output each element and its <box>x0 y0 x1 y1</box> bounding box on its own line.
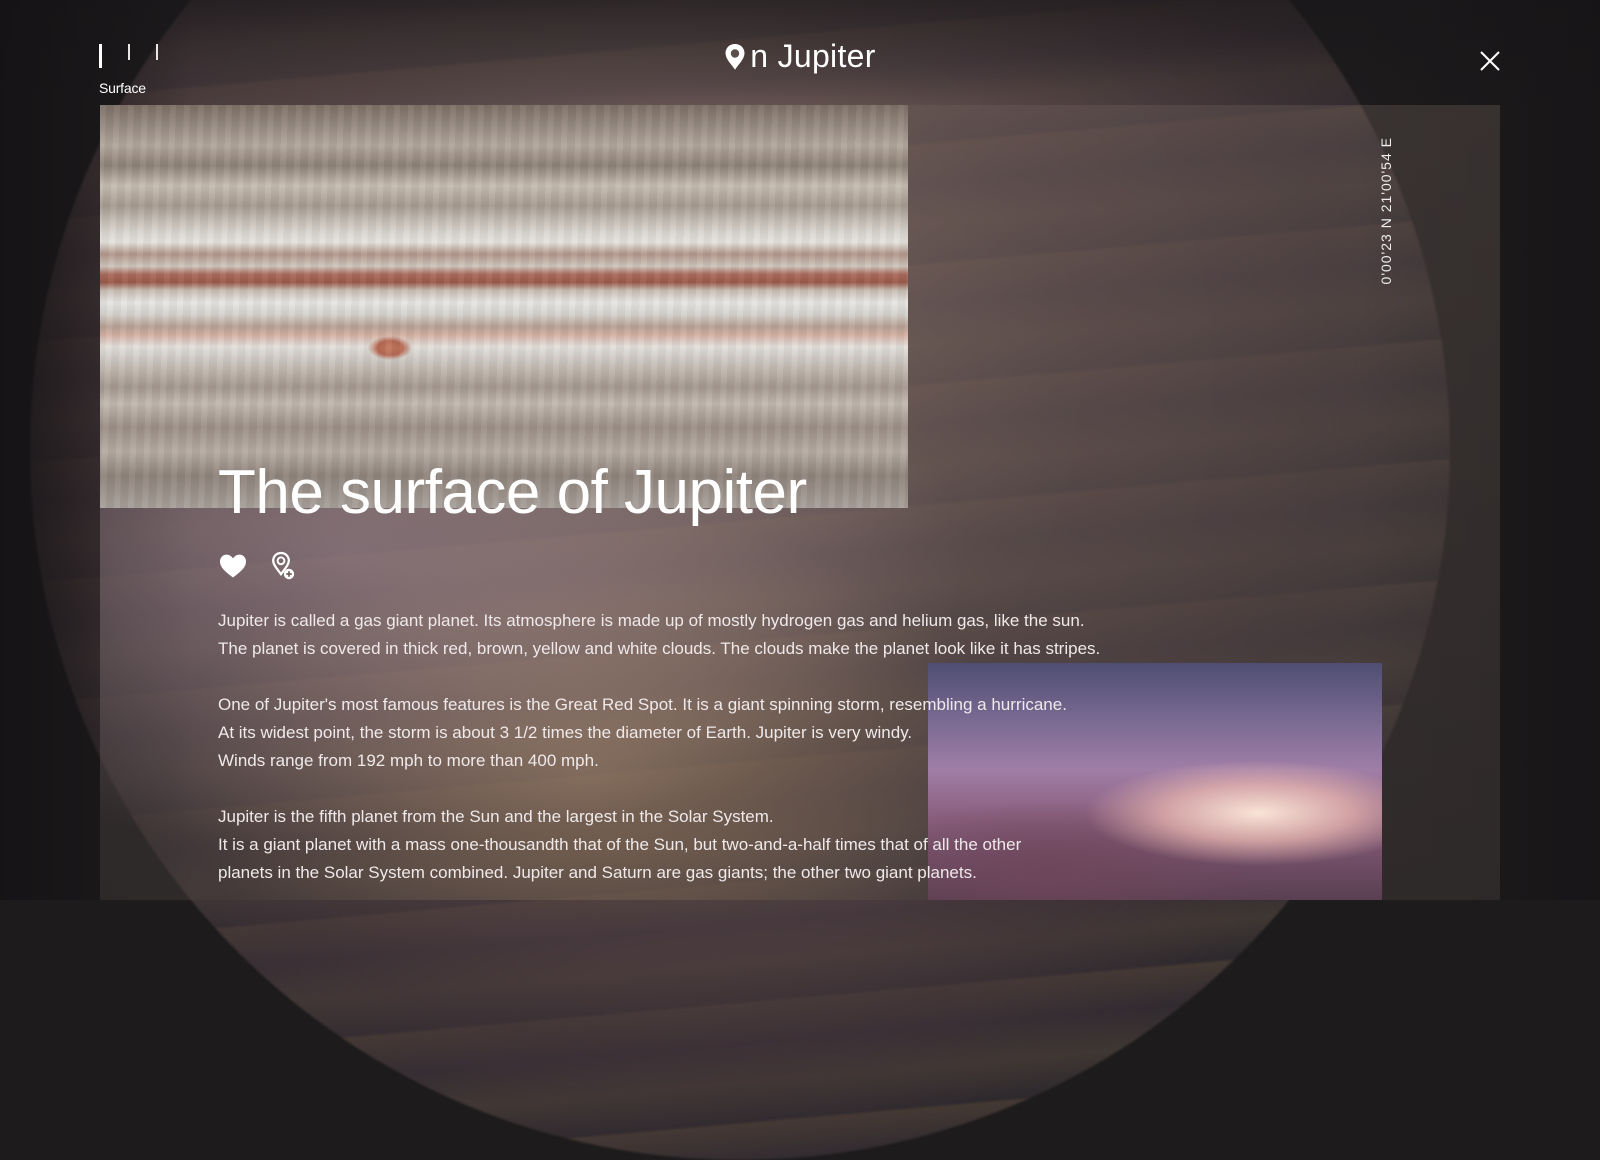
article-title: The surface of Jupiter <box>218 458 807 527</box>
location-pin-icon <box>724 43 746 71</box>
article-actions <box>218 551 298 581</box>
close-button[interactable] <box>1478 49 1502 73</box>
favorite-button[interactable] <box>218 551 248 581</box>
article-paragraph-2: One of Jupiter's most famous features is… <box>218 695 1067 770</box>
heart-icon <box>220 554 246 578</box>
app-brand: n Jupiter <box>0 38 1600 76</box>
pager-label: Surface <box>99 80 146 96</box>
article-body: Jupiter is called a gas giant planet. It… <box>218 607 1198 900</box>
brand-text: n Jupiter <box>750 38 876 74</box>
article-paragraph-1: Jupiter is called a gas giant planet. It… <box>218 611 1101 658</box>
close-icon <box>1480 51 1500 71</box>
article-panel: 0'00'23 N 21'00'54 E The surface of Jupi… <box>100 105 1500 900</box>
article-paragraph-3: Jupiter is the fifth planet from the Sun… <box>218 807 1022 882</box>
brand-logo[interactable]: n Jupiter <box>724 38 875 75</box>
add-location-button[interactable] <box>268 551 298 581</box>
top-bar: Surface n Jupiter <box>0 0 1600 104</box>
hero-image-jupiter-surface <box>100 105 908 508</box>
add-location-pin-icon <box>272 551 295 580</box>
coordinates-label: 0'00'23 N 21'00'54 E <box>1378 137 1394 285</box>
